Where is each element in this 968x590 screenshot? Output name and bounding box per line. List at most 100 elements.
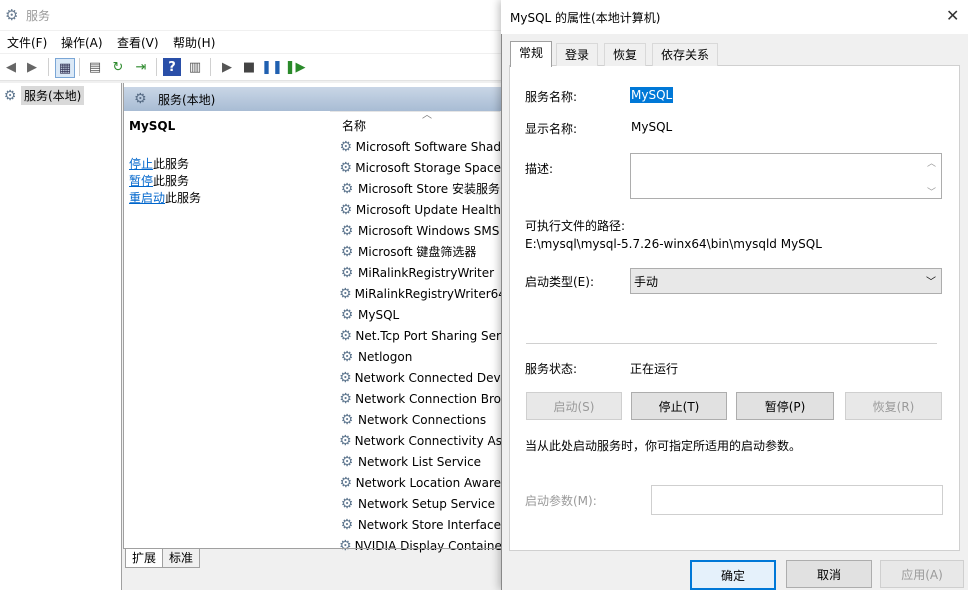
service-gear-icon: ⚙ <box>339 159 352 176</box>
refresh-icon[interactable]: ↻ <box>109 58 127 76</box>
service-row[interactable]: ⚙ Network Connectivity Ass <box>339 430 501 451</box>
service-row-name: Network Connectivity Ass <box>354 433 501 448</box>
column-header-name[interactable]: 名称 <box>342 117 366 134</box>
service-name-label: 服务名称: <box>525 90 578 104</box>
cancel-button[interactable]: 取消 <box>786 560 872 588</box>
display-name-label: 显示名称: <box>525 122 578 136</box>
service-row[interactable]: ⚙ Netlogon <box>339 346 501 367</box>
tab-extended[interactable]: 扩展 <box>125 549 164 568</box>
service-gear-icon: ⚙ <box>339 138 353 155</box>
description-field[interactable] <box>630 153 942 199</box>
pause-button[interactable]: 暂停(P) <box>736 392 834 420</box>
service-row-name: Network Connections <box>358 412 487 427</box>
service-row[interactable]: ⚙ Microsoft Windows SMS <box>339 220 501 241</box>
stop-service-link[interactable]: 停止 <box>129 157 153 171</box>
service-gear-icon: ⚙ <box>340 306 354 323</box>
chevron-down-icon: ﹀ <box>926 277 936 288</box>
service-row-name: Network Connection Bro <box>355 391 501 406</box>
service-gear-icon: ⚙ <box>339 369 352 386</box>
services-gear-icon: ⚙ <box>134 91 147 107</box>
tab-recovery[interactable]: 恢复 <box>604 43 647 66</box>
tree-item-label: 服务(本地) <box>21 86 85 105</box>
tab-dependencies[interactable]: 依存关系 <box>652 43 719 66</box>
apply-button[interactable]: 应用(A) <box>880 560 964 588</box>
service-row-name: Network Setup Service <box>358 496 496 511</box>
properties-icon[interactable]: ▤ <box>86 58 104 76</box>
start-params-label: 启动参数(M): <box>525 494 597 508</box>
service-gear-icon: ⚙ <box>339 474 353 491</box>
tab-general[interactable]: 常规 <box>510 41 553 67</box>
service-row[interactable]: ⚙ MySQL <box>339 304 501 325</box>
start-button[interactable]: 启动(S) <box>526 392 622 420</box>
service-row[interactable]: ⚙ Network Connections <box>339 409 501 430</box>
pause-service-link[interactable]: 暂停 <box>129 174 153 188</box>
menu-action[interactable]: 操作(A) <box>61 34 103 51</box>
service-row[interactable]: ⚙ Microsoft 键盘筛选器 <box>339 241 501 262</box>
forward-arrow-icon[interactable]: ▶ <box>23 58 41 76</box>
service-row-name: Net.Tcp Port Sharing Ser <box>355 328 501 343</box>
menu-file[interactable]: 文件(F) <box>7 34 47 51</box>
window-title: 服务 <box>26 9 51 23</box>
service-status-value: 正在运行 <box>630 362 679 376</box>
display-name-value[interactable]: MySQL <box>631 120 672 134</box>
exe-path-value: E:\mysql\mysql-5.7.26-winx64\bin\mysqld … <box>525 237 822 251</box>
sort-ascending-icon: ︿ <box>422 110 432 121</box>
service-row[interactable]: ⚙ Network List Service <box>339 451 501 472</box>
action-suffix: 此服务 <box>153 174 190 188</box>
restart-service-link[interactable]: 重启动 <box>129 191 165 205</box>
back-arrow-icon[interactable]: ◀ <box>2 58 20 76</box>
service-gear-icon: ⚙ <box>339 390 352 407</box>
restart-service-icon[interactable]: ❚▶ <box>285 58 306 76</box>
service-row[interactable]: ⚙ Microsoft Store 安装服务 <box>339 178 501 199</box>
scroll-up-icon[interactable]: ︿ <box>927 156 936 169</box>
restart-service-action: 重启动此服务 <box>129 189 201 206</box>
service-row-name: Network Store Interface <box>357 517 501 532</box>
stop-button[interactable]: 停止(T) <box>631 392 727 420</box>
service-gear-icon: ⚙ <box>339 432 352 449</box>
console-tree-icon[interactable]: ▦ <box>55 58 75 78</box>
service-gear-icon: ⚙ <box>340 411 354 428</box>
service-row[interactable]: ⚙ MiRalinkRegistryWriter64 <box>339 283 501 304</box>
divider <box>526 343 937 344</box>
scroll-down-icon[interactable]: ﹀ <box>927 185 936 198</box>
service-row-name: MySQL <box>358 307 400 322</box>
service-row-name: Microsoft Storage Space <box>355 160 501 175</box>
stop-service-icon[interactable]: ■ <box>240 58 258 76</box>
service-row[interactable]: ⚙ Microsoft Update Health <box>339 199 501 220</box>
startup-type-select[interactable] <box>630 268 942 294</box>
service-gear-icon: ⚙ <box>340 243 354 260</box>
service-row[interactable]: ⚙ Network Store Interface <box>339 514 501 535</box>
service-row[interactable]: ⚙ Network Connected Devi <box>339 367 501 388</box>
help-icon[interactable]: ? <box>163 58 181 76</box>
startup-type-label: 启动类型(E): <box>525 275 594 289</box>
service-row[interactable]: ⚙ MiRalinkRegistryWriter <box>339 262 501 283</box>
tab-logon[interactable]: 登录 <box>556 43 599 66</box>
service-row-name: Microsoft Software Shad <box>355 139 501 154</box>
resume-button[interactable]: 恢复(R) <box>845 392 942 420</box>
service-row-name: MiRalinkRegistryWriter <box>358 265 495 280</box>
action-suffix: 此服务 <box>165 191 202 205</box>
service-row-name: Network List Service <box>358 454 482 469</box>
ok-button[interactable]: 确定 <box>690 560 776 590</box>
service-row[interactable]: ⚙ Microsoft Software Shad <box>339 136 501 157</box>
toolbar-separator <box>48 58 49 76</box>
tab-standard[interactable]: 标准 <box>162 549 201 568</box>
services-gear-icon: ⚙ <box>3 87 17 104</box>
start-params-input[interactable] <box>651 485 943 515</box>
tree-item-services-local[interactable]: ⚙ 服务(本地) <box>2 86 85 105</box>
exe-path-label: 可执行文件的路径: <box>525 219 626 233</box>
menu-help[interactable]: 帮助(H) <box>173 34 215 51</box>
service-row[interactable]: ⚙ Net.Tcp Port Sharing Ser <box>339 325 501 346</box>
close-icon[interactable]: ✕ <box>946 6 959 25</box>
export-icon[interactable]: ⇥ <box>132 58 150 76</box>
service-row[interactable]: ⚙ Network Setup Service <box>339 493 501 514</box>
pause-service-icon[interactable]: ❚❚ <box>261 58 283 76</box>
service-row[interactable]: ⚙ Microsoft Storage Space <box>339 157 501 178</box>
service-name-value[interactable]: MySQL <box>630 87 674 103</box>
service-row[interactable]: ⚙ Network Connection Bro <box>339 388 501 409</box>
service-row[interactable]: ⚙ Network Location Aware <box>339 472 502 493</box>
start-service-icon[interactable]: ▶ <box>218 58 236 76</box>
menu-view[interactable]: 查看(V) <box>117 34 159 51</box>
show-pane-icon[interactable]: ▥ <box>186 58 204 76</box>
service-row-name: Microsoft Store 安装服务 <box>358 182 500 196</box>
